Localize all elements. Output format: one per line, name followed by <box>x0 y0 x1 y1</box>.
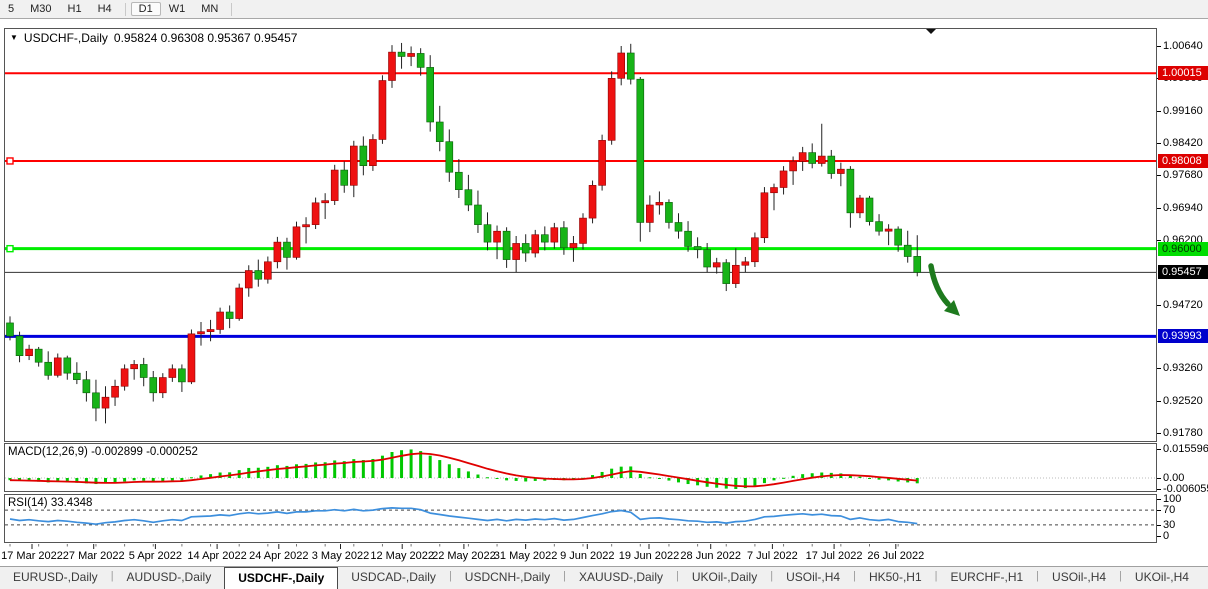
price-chart-canvas[interactable] <box>4 28 1157 442</box>
price-tick-1.00640: 1.00640 <box>1163 40 1203 52</box>
price-badge-0.98008: 0.98008 <box>1158 154 1208 168</box>
price-badge-0.93993: 0.93993 <box>1158 329 1208 343</box>
tab-scroll-controls: ◄► <box>1202 567 1208 589</box>
date-label: 5 Apr 2022 <box>129 550 182 562</box>
price-tick-0.96940: 0.96940 <box>1163 202 1203 214</box>
timeframe-button-H4[interactable]: H4 <box>90 2 120 16</box>
chart-ohlc-values: 0.95824 0.96308 0.95367 0.95457 <box>114 31 298 45</box>
hline-handle[interactable] <box>7 246 13 252</box>
chart-menu-icon[interactable]: ▼ <box>10 33 18 42</box>
timeframe-button-MN[interactable]: MN <box>193 2 226 16</box>
chart-tab-ukoil-daily-6[interactable]: UKOil-,Daily <box>679 567 770 589</box>
price-axis: 1.006400.999000.991600.984200.976800.969… <box>1158 19 1208 567</box>
chart-tab-usoil-h4-7[interactable]: USOil-,H4 <box>773 567 853 589</box>
rsi-panel[interactable] <box>4 494 1157 543</box>
chart-tab-bar: EURUSD-,Daily|AUDUSD-,DailyUSDCHF-,Daily… <box>0 566 1208 589</box>
timeframe-button-H1[interactable]: H1 <box>60 2 90 16</box>
chart-tab-hk50-h1-8[interactable]: HK50-,H1 <box>856 567 935 589</box>
price-badge-0.96000: 0.96000 <box>1158 242 1208 256</box>
price-tick-0.91780: 0.91780 <box>1163 427 1203 439</box>
timeframe-toolbar: 5M30H1H4 D1W1MN <box>0 0 1208 19</box>
rsi-tick-70: 70 <box>1163 504 1175 516</box>
hline-handle[interactable] <box>7 158 13 164</box>
date-label: 3 May 2022 <box>312 550 369 562</box>
price-badge-1.00015: 1.00015 <box>1158 66 1208 80</box>
date-label: 28 Jun 2022 <box>680 550 741 562</box>
macd-tick-0.015596: 0.015596 <box>1163 443 1208 455</box>
date-label: 9 Jun 2022 <box>560 550 614 562</box>
timeframe-button-W1[interactable]: W1 <box>161 2 194 16</box>
date-label: 14 Apr 2022 <box>187 550 246 562</box>
chart-tab-xauusd-daily-5[interactable]: XAUUSD-,Daily <box>566 567 676 589</box>
chart-tab-audusd-daily-1[interactable]: AUDUSD-,Daily <box>114 567 225 589</box>
date-label: 22 May 2022 <box>432 550 496 562</box>
date-label: 12 May 2022 <box>370 550 434 562</box>
toolbar-separator <box>125 3 126 16</box>
toolbar-separator <box>231 3 232 16</box>
price-tick-0.98420: 0.98420 <box>1163 137 1203 149</box>
date-label: 19 Jun 2022 <box>619 550 680 562</box>
rsi-tick-0: 0 <box>1163 530 1169 542</box>
chart-tab-usdchf-daily-2[interactable]: USDCHF-,Daily <box>224 567 338 589</box>
price-tick-0.99160: 0.99160 <box>1163 105 1203 117</box>
chart-tab-eurchf-h1-9[interactable]: EURCHF-,H1 <box>938 567 1037 589</box>
date-label: 7 Jul 2022 <box>747 550 798 562</box>
timeframe-button-5[interactable]: 5 <box>0 2 22 16</box>
date-axis: 17 Mar 202227 Mar 2022 5 Apr 2022 14 Apr 2… <box>0 544 1208 567</box>
macd-indicator-label: MACD(12,26,9) -0.002899 -0.000252 <box>8 446 198 458</box>
date-label: 24 Apr 2022 <box>249 550 308 562</box>
chart-tab-eurusd-daily-0[interactable]: EURUSD-,Daily <box>0 567 111 589</box>
chart-tab-usdcad-daily-3[interactable]: USDCAD-,Daily <box>338 567 449 589</box>
date-label: 17 Mar 2022 <box>1 550 63 562</box>
date-label: 17 Jul 2022 <box>806 550 863 562</box>
chart-tab-usoil-h4-10[interactable]: USOil-,H4 <box>1039 567 1119 589</box>
date-label: 31 May 2022 <box>494 550 558 562</box>
mt4-window: 5M30H1H4 D1W1MN ▼ USDCHF-,Daily 0.95824 0… <box>0 0 1208 589</box>
chart-tab-ukoil-h4-11[interactable]: UKOil-,H4 <box>1122 567 1202 589</box>
date-label: 26 Jul 2022 <box>867 550 924 562</box>
price-tick-0.94720: 0.94720 <box>1163 299 1203 311</box>
rsi-indicator-label: RSI(14) 33.4348 <box>8 497 92 509</box>
price-tick-0.93260: 0.93260 <box>1163 362 1203 374</box>
timeframe-button-D1[interactable]: D1 <box>131 2 161 16</box>
chart-window[interactable]: ▼ USDCHF-,Daily 0.95824 0.96308 0.95367 … <box>0 18 1208 566</box>
price-tick-0.97680: 0.97680 <box>1163 169 1203 181</box>
date-label: 27 Mar 2022 <box>63 550 125 562</box>
chart-title: ▼ USDCHF-,Daily 0.95824 0.96308 0.95367 … <box>10 31 297 45</box>
chart-symbol-label: USDCHF-,Daily <box>24 31 108 45</box>
price-tick-0.92520: 0.92520 <box>1163 395 1203 407</box>
chart-tab-usdcnh-daily-4[interactable]: USDCNH-,Daily <box>452 567 563 589</box>
timeframe-button-M30[interactable]: M30 <box>22 2 59 16</box>
price-badge-0.95457: 0.95457 <box>1158 265 1208 279</box>
